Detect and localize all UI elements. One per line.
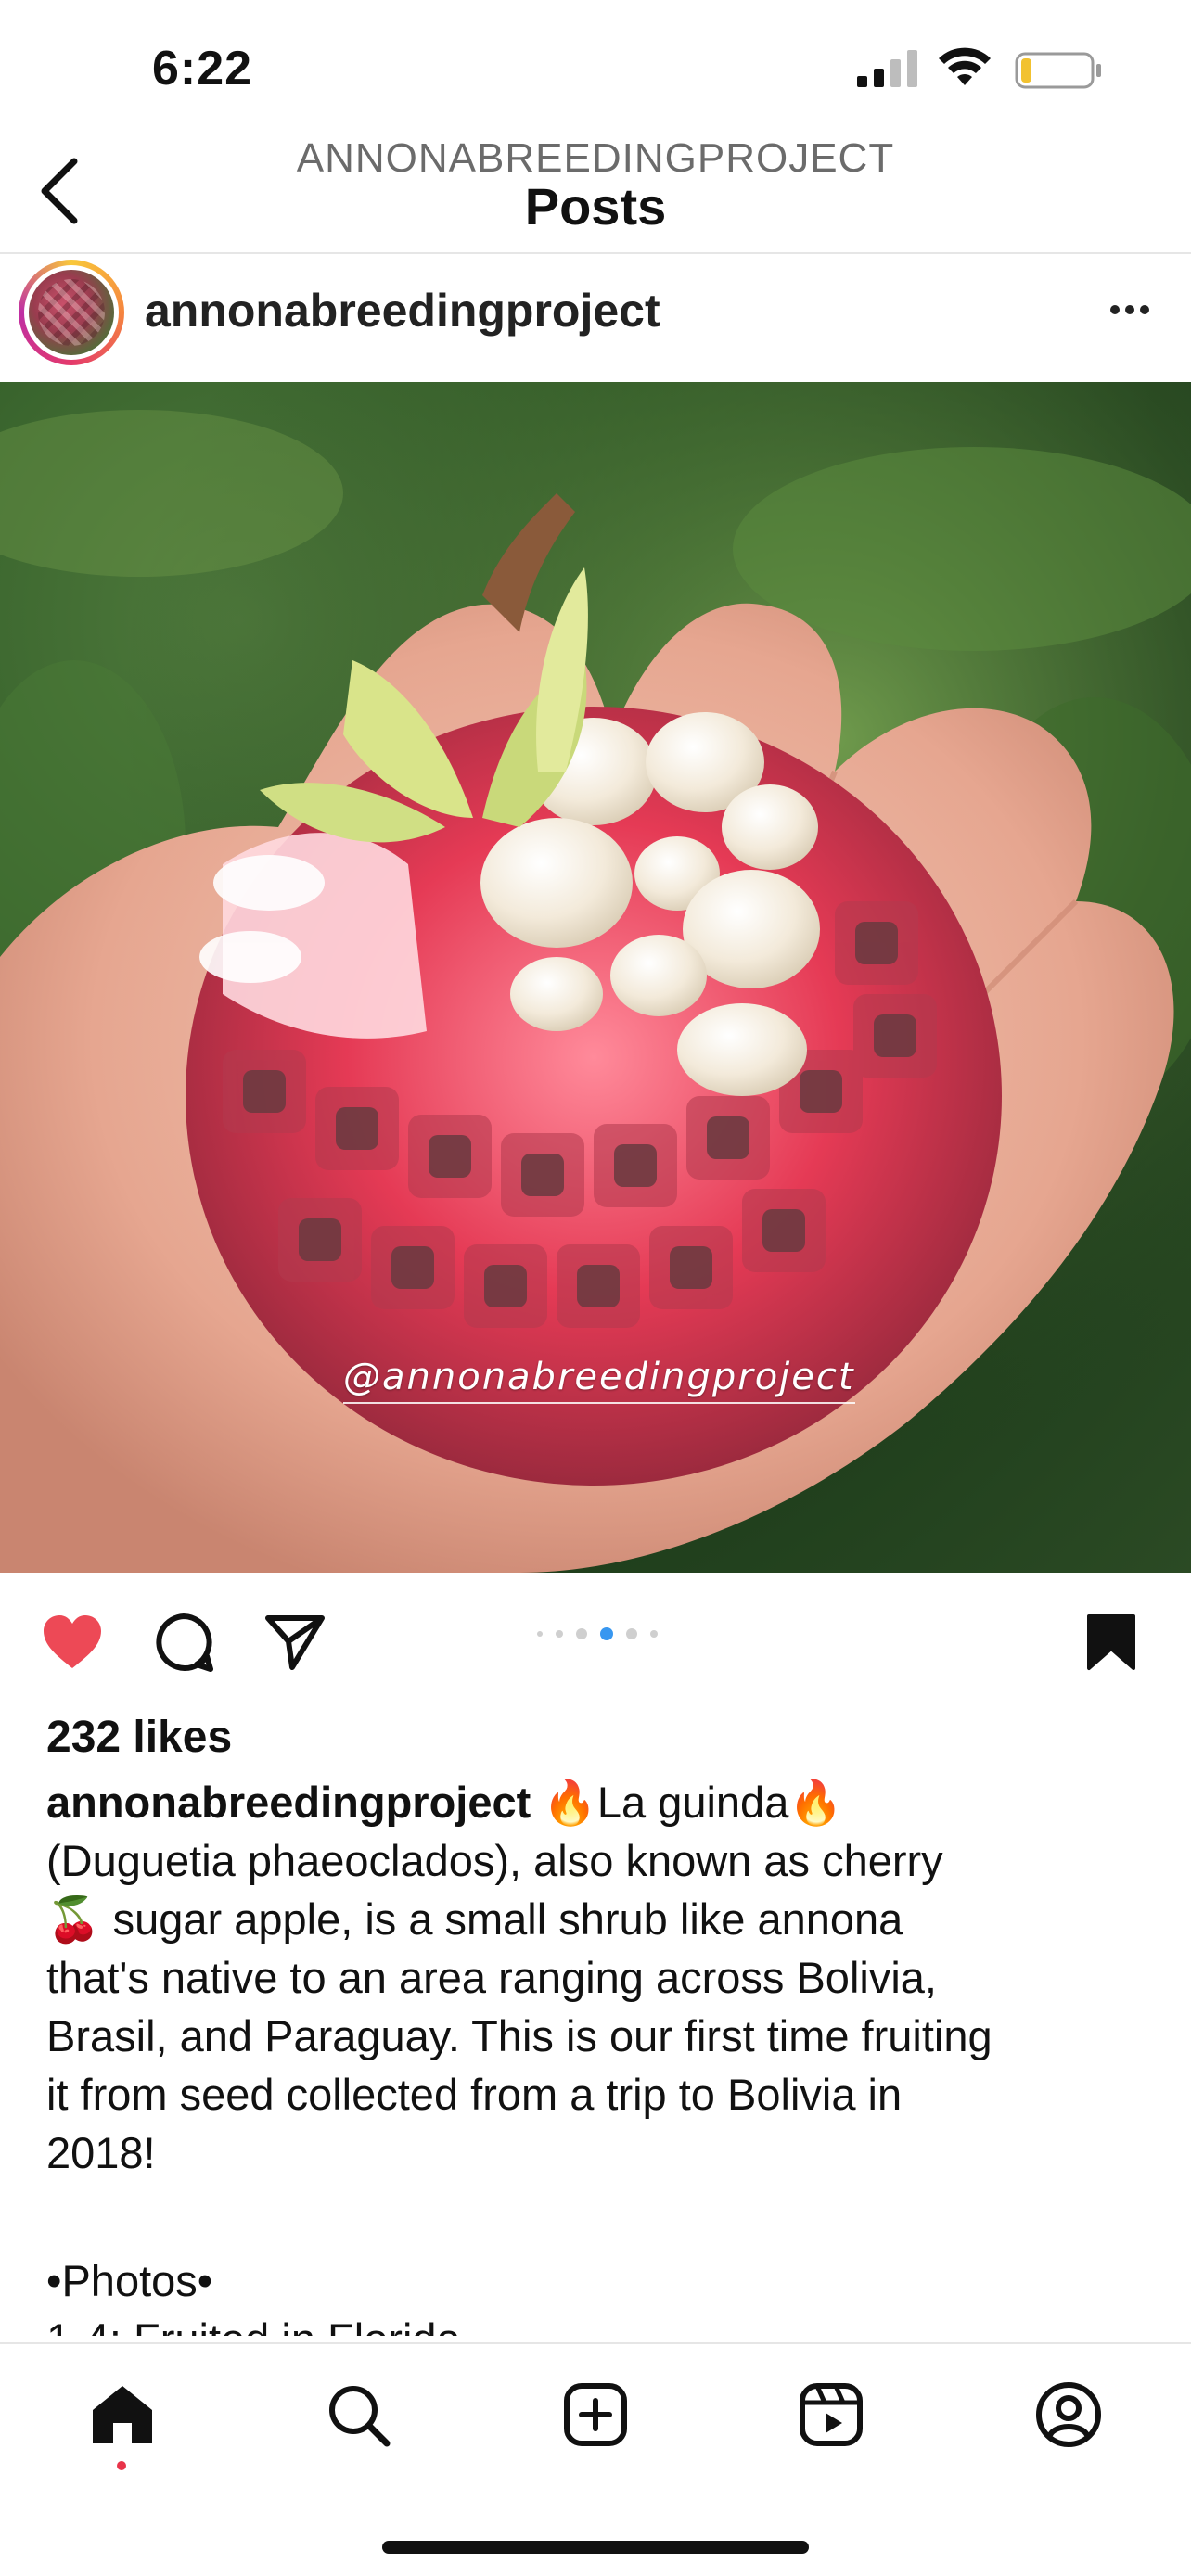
comment-button[interactable] <box>148 1610 219 1675</box>
carousel-dot <box>626 1628 637 1639</box>
carousel-indicator <box>531 1625 664 1643</box>
more-dot <box>1110 305 1120 314</box>
more-dot <box>1140 305 1149 314</box>
page-title: Posts <box>524 177 667 236</box>
tab-search[interactable] <box>321 2378 395 2452</box>
reels-icon <box>800 2383 863 2446</box>
header: ANNONABREEDINGPROJECT Posts <box>0 130 1191 254</box>
carousel-dot-active <box>600 1627 613 1640</box>
account-name: ANNONABREEDINGPROJECT <box>296 135 895 181</box>
post-caption: annonabreedingproject 🔥La guinda🔥 (Dugue… <box>46 1773 1159 2336</box>
status-time: 6:22 <box>152 42 253 96</box>
caption-line-cut: 1-4: Fruited in Florida <box>46 2310 1159 2336</box>
caption-line: annonabreedingproject 🔥La guinda🔥 <box>46 1773 1159 1831</box>
caption-line: 2018! <box>46 2128 156 2177</box>
battery-icon <box>1015 52 1101 89</box>
tab-profile[interactable] <box>1031 2378 1106 2452</box>
status-bar: 6:22 <box>0 0 1191 139</box>
caption-line: Brasil, and Paraguay. This is our first … <box>46 2011 992 2060</box>
caption-line: •Photos• <box>46 2256 213 2305</box>
story-ring[interactable] <box>19 260 124 365</box>
send-icon <box>265 1615 325 1670</box>
carousel-dot <box>556 1630 563 1638</box>
likes-count[interactable]: 232 likes <box>46 1712 232 1763</box>
search-icon <box>329 2386 391 2447</box>
share-button[interactable] <box>260 1610 330 1675</box>
like-button[interactable] <box>37 1610 108 1675</box>
heart-filled-icon <box>44 1615 101 1668</box>
profile-icon <box>1036 2382 1101 2447</box>
bottom-tab-bar <box>0 2342 1191 2576</box>
notification-dot <box>117 2461 126 2470</box>
caption-line: it from seed collected from a trip to Bo… <box>46 2070 903 2119</box>
wifi-icon <box>939 47 991 85</box>
caption-line: 🍒 sugar apple, is a small shrub like ann… <box>46 1894 903 1944</box>
post-header: annonabreedingproject <box>0 256 1191 382</box>
carousel-dot <box>537 1631 543 1637</box>
home-indicator <box>382 2541 809 2554</box>
more-dot <box>1125 305 1134 314</box>
battery-level <box>1021 58 1031 83</box>
caption-username[interactable]: annonabreedingproject <box>46 1778 531 1827</box>
tab-reels[interactable] <box>794 2378 868 2452</box>
caption-line: (Duguetia phaeoclados), also known as ch… <box>46 1836 943 1885</box>
save-button[interactable] <box>1076 1610 1146 1675</box>
more-options-button[interactable] <box>1104 284 1156 336</box>
caption-text: 🔥La guinda🔥 <box>531 1778 843 1827</box>
tab-create[interactable] <box>558 2378 633 2452</box>
photo-watermark: @annonabreedingproject <box>343 1356 855 1404</box>
caption-line: that's native to an area ranging across … <box>46 1953 937 2002</box>
bookmark-filled-icon <box>1087 1614 1135 1670</box>
home-icon <box>93 2386 152 2443</box>
tab-home[interactable] <box>85 2378 160 2452</box>
avatar <box>29 270 114 355</box>
post-username[interactable]: annonabreedingproject <box>145 284 660 338</box>
post-photo[interactable]: @annonabreedingproject <box>0 382 1191 1573</box>
comment-icon <box>156 1613 213 1672</box>
carousel-dot <box>576 1628 587 1639</box>
create-icon <box>564 2383 627 2446</box>
cellular-signal-icon <box>857 50 917 87</box>
carousel-dot <box>650 1630 658 1638</box>
